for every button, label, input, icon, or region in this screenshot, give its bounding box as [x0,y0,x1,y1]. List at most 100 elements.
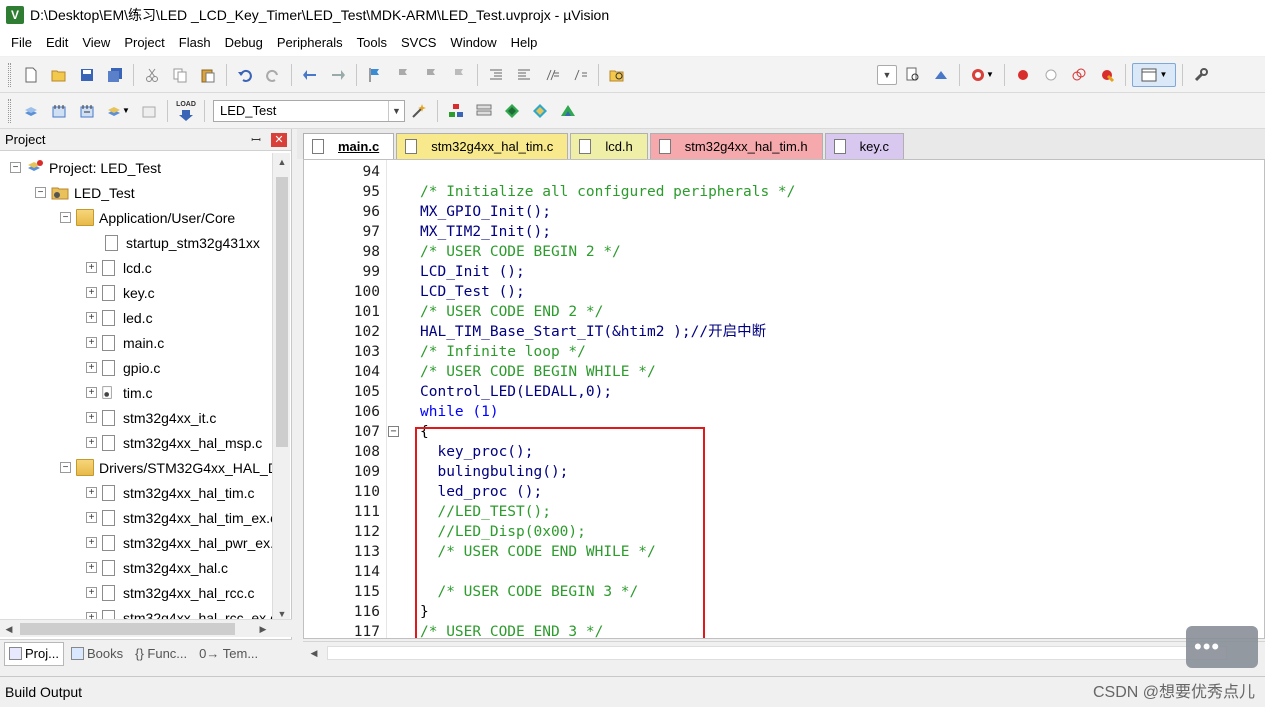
expand-icon[interactable]: + [86,437,97,448]
code-line[interactable]: 114 [304,562,1264,582]
code-line[interactable]: 101 /* USER CODE END 2 */ [304,302,1264,322]
tree-item-project[interactable]: − Project: LED_Test [10,155,161,180]
save-all-button[interactable] [103,63,127,87]
tab-templates[interactable]: 0→ Tem... [194,642,263,666]
undo-button[interactable] [233,63,257,87]
collapse-icon[interactable]: − [60,212,71,223]
stop-build-button[interactable] [137,99,161,123]
expand-icon[interactable]: + [86,312,97,323]
toolbar-grip[interactable] [8,62,11,87]
tree-item-group[interactable]: − Application/User/Core [60,205,235,230]
find-button[interactable] [901,63,925,87]
menu-tools[interactable]: Tools [350,32,394,54]
collapse-icon[interactable]: − [388,426,399,437]
previous-bookmark-button[interactable] [391,63,415,87]
tree-item-file[interactable]: + key.c [86,280,155,305]
configuration-button[interactable] [1189,63,1213,87]
redo-button[interactable] [261,63,285,87]
expand-icon[interactable]: + [86,337,97,348]
menu-project[interactable]: Project [117,32,171,54]
pack-installer-button[interactable] [556,99,580,123]
scroll-left-icon[interactable]: ◀ [0,620,18,638]
manage-project-items-button[interactable] [444,99,468,123]
rebuild-button[interactable] [75,99,99,123]
menu-edit[interactable]: Edit [39,32,75,54]
kill-breakpoints-button[interactable] [1095,63,1119,87]
code-line[interactable]: 113 /* USER CODE END WHILE */ [304,542,1264,562]
code-editor[interactable]: 94 95 /* Initialize all configured periphe… [303,159,1265,639]
download-button[interactable]: LOAD [174,99,198,123]
disable-breakpoints-button[interactable] [1067,63,1091,87]
tree-item-file[interactable]: + tim.c [86,380,153,405]
debug-session-button[interactable]: ▼ [966,63,998,87]
expand-icon[interactable]: + [86,362,97,373]
code-line[interactable]: 95 /* Initialize all configured periphera… [304,182,1264,202]
code-line[interactable]: 115 /* USER CODE BEGIN 3 */ [304,582,1264,602]
tree-item-group[interactable]: − Drivers/STM32G4xx_HAL_Driver [60,455,272,480]
expand-icon[interactable]: + [86,537,97,548]
scroll-right-icon[interactable]: ▶ [254,620,272,638]
open-file-button[interactable] [47,63,71,87]
tab-key-c[interactable]: key.c [824,133,905,159]
expand-icon[interactable]: + [86,587,97,598]
code-line[interactable]: 102 HAL_TIM_Base_Start_IT(&htim2 );//开启中断 [304,322,1264,342]
code-line[interactable]: 104 /* USER CODE BEGIN WHILE */ [304,362,1264,382]
code-line[interactable]: 103 /* Infinite loop */ [304,342,1264,362]
tab-lcd-h[interactable]: lcd.h [570,133,648,159]
menu-window[interactable]: Window [443,32,503,54]
code-line[interactable]: 100 LCD_Test (); [304,282,1264,302]
enable-breakpoint-button[interactable] [1039,63,1063,87]
tree-item-file[interactable]: + stm32g4xx_hal_rcc.c [86,580,255,605]
tree-item-file[interactable]: + main.c [86,330,164,355]
expand-icon[interactable]: + [86,487,97,498]
uncomment-button[interactable] [568,63,592,87]
navigate-back-button[interactable] [298,63,322,87]
expand-icon[interactable]: + [86,287,97,298]
save-button[interactable] [75,63,99,87]
menu-help[interactable]: Help [504,32,545,54]
target-select[interactable]: LED_Test ▼ [213,99,405,122]
paste-button[interactable] [196,63,220,87]
insert-breakpoint-button[interactable] [1011,63,1035,87]
menu-debug[interactable]: Debug [218,32,270,54]
code-line[interactable]: 111 //LED_TEST(); [304,502,1264,522]
tree-item-file[interactable]: + stm32g4xx_hal.c [86,555,228,580]
scroll-thumb[interactable] [20,623,235,635]
code-line[interactable]: 106 while (1) [304,402,1264,422]
expand-icon[interactable]: + [86,412,97,423]
tree-item-file[interactable]: + stm32g4xx_hal_tim.c [86,480,255,505]
batch-build-button[interactable]: ▼ [103,99,133,123]
code-line[interactable]: 94 [304,162,1264,182]
menu-svcs[interactable]: SVCS [394,32,443,54]
code-line[interactable]: 107− { [304,422,1264,442]
tree-item-target[interactable]: − LED_Test [35,180,135,205]
find-dropdown[interactable]: ▼ [877,64,897,85]
tab-main-c[interactable]: main.c [303,133,395,159]
unindent-button[interactable] [512,63,536,87]
code-line[interactable]: 97 MX_TIM2_Init(); [304,222,1264,242]
collapse-icon[interactable]: − [10,162,21,173]
code-line[interactable]: 109 bulingbuling(); [304,462,1264,482]
code-line[interactable]: 108 key_proc(); [304,442,1264,462]
manage-run-time-env-button[interactable] [500,99,524,123]
tree-item-file[interactable]: startup_stm32g431xx [105,230,260,255]
menu-view[interactable]: View [75,32,117,54]
toolbar-grip[interactable] [8,98,11,123]
cut-button[interactable] [140,63,164,87]
clear-bookmarks-button[interactable] [447,63,471,87]
code-line[interactable]: 110 led_proc (); [304,482,1264,502]
incremental-find-button[interactable] [929,63,953,87]
tab-functions[interactable]: {} Func... [130,642,192,666]
expand-icon[interactable]: + [86,262,97,273]
expand-icon[interactable]: + [86,562,97,573]
tree-item-file[interactable]: + stm32g4xx_it.c [86,405,216,430]
code-line[interactable]: 99 LCD_Init (); [304,262,1264,282]
tab-project[interactable]: Proj... [4,641,64,666]
tree-item-file[interactable]: + lcd.c [86,255,152,280]
copy-button[interactable] [168,63,192,87]
window-layout-button[interactable]: ▼ [1132,62,1176,87]
scroll-thumb[interactable] [276,177,288,447]
insert-bookmark-button[interactable] [363,63,387,87]
tree-item-file[interactable]: + stm32g4xx_hal_pwr_ex.c [86,530,272,555]
tab-books[interactable]: Books [66,642,128,666]
